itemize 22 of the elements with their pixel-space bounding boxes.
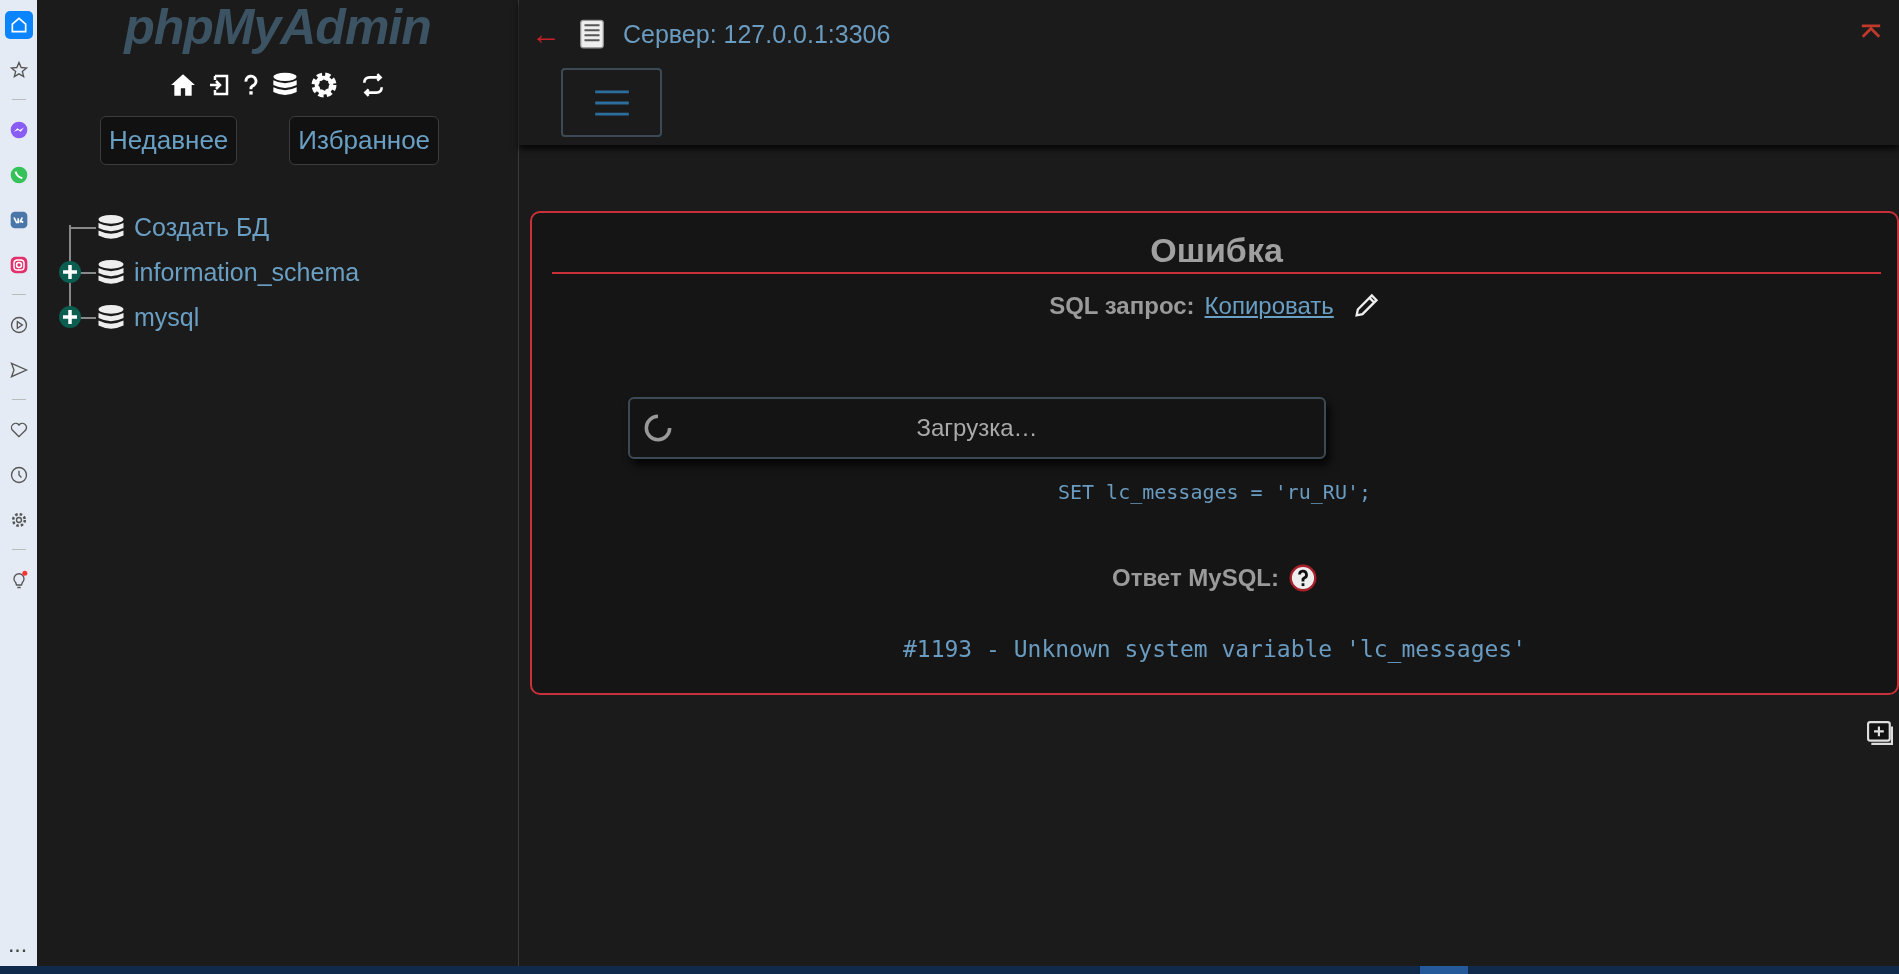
back-link[interactable]: ← <box>531 17 561 51</box>
sql-query: SET lc_messages = 'ru_RU'; <box>1057 480 1372 504</box>
server-breadcrumb[interactable]: Сервер: 127.0.0.1:3306 <box>623 19 891 49</box>
expand-icon[interactable] <box>58 305 82 329</box>
error-message: #1193 - Unknown system variable 'lc_messages' <box>902 636 1527 662</box>
menu-button[interactable] <box>561 68 662 137</box>
help-icon[interactable] <box>1289 564 1317 592</box>
console-icon[interactable] <box>1865 720 1895 746</box>
server-icon <box>577 19 607 49</box>
database-link[interactable]: mysql <box>134 303 200 332</box>
loading-text: Загрузка… <box>915 414 1039 442</box>
database-link[interactable]: Создать БД <box>134 213 270 242</box>
spinner-icon <box>644 414 672 442</box>
copy-link[interactable]: Копировать <box>1204 292 1334 320</box>
expand-icon[interactable] <box>58 260 82 284</box>
sql-query-label: SQL запрос: <box>1049 292 1195 320</box>
more-button[interactable]: ··· <box>9 942 28 960</box>
nav-button[interactable]: Избранное <box>289 116 440 165</box>
error-title: Ошибка <box>552 231 1881 274</box>
nav-button[interactable]: Недавнее <box>99 116 238 165</box>
database-link[interactable]: information_schema <box>134 258 360 287</box>
mysql-answer-label: Ответ MySQL: <box>1112 564 1279 592</box>
